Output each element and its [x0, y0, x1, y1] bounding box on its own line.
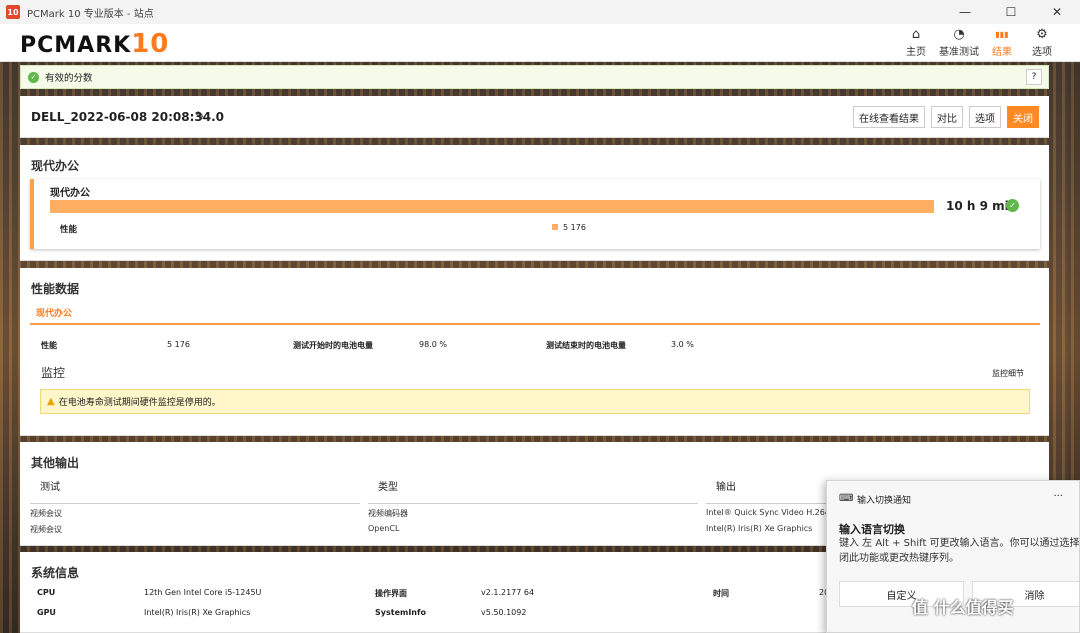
- notification-app-name: 输入切换通知: [857, 496, 912, 506]
- battery-start-value: 98.0 %: [419, 340, 447, 349]
- valid-score-bar: ✓ 有效的分数 ?: [20, 65, 1049, 89]
- battery-end-value: 3.0 %: [671, 340, 694, 349]
- gear-icon: ⚙: [1036, 27, 1048, 42]
- maximize-button[interactable]: ☐: [988, 0, 1034, 24]
- edit-icon[interactable]: ✎: [195, 109, 205, 123]
- monitor-warning: ▲ 在电池寿命测试期间硬件监控是停用的。: [40, 389, 1030, 414]
- office-score-box: 现代办公 10 h 9 min ✓ 性能 5 176: [30, 179, 1040, 249]
- options-button[interactable]: 选项: [969, 106, 1001, 128]
- main-nav: ⌂ 主页 ◔ 基准测试 ▮▮▮ 结果 ⚙ 选项: [896, 26, 1062, 58]
- perf-marker: [552, 224, 558, 230]
- tab-underline: [30, 323, 1040, 325]
- section-title: 系统信息: [31, 566, 80, 580]
- divider: [30, 503, 360, 504]
- app-header: PCMARK10 ⌂ 主页 ◔ 基准测试 ▮▮▮ 结果 ⚙ 选项: [0, 24, 1080, 62]
- section-title: 现代办公: [31, 159, 80, 173]
- table-cell: 视频会议: [30, 509, 62, 518]
- bar-chart-icon: ▮▮▮: [995, 30, 1009, 39]
- home-icon: ⌂: [911, 27, 921, 42]
- performance-data-section: 性能数据 现代办公 性能 5 176 测试开始时的电池电量 98.0 % 测试结…: [20, 268, 1049, 436]
- result-header: DELL_2022-06-08 20:08:34.0 ✎ 在线查看结果 对比 选…: [20, 96, 1049, 138]
- close-result-button[interactable]: 关闭: [1007, 106, 1039, 128]
- sys-value: 12th Gen Intel Core i5-1245U: [144, 588, 262, 597]
- col-header-test: 测试: [40, 482, 60, 493]
- keyboard-icon: ⌨: [839, 493, 854, 504]
- sys-key: 时间: [713, 589, 729, 598]
- office-box-title: 现代办公: [50, 188, 90, 199]
- sys-key: CPU: [37, 588, 56, 597]
- modern-office-section: 现代办公 现代办公 10 h 9 min ✓ 性能 5 176: [20, 145, 1049, 261]
- tab-modern-office[interactable]: 现代办公: [36, 306, 72, 319]
- check-icon: ✓: [1006, 199, 1019, 212]
- battery-start-key: 测试开始时的电池电量: [293, 341, 373, 350]
- notification-body: 键入 左 Alt + Shift 可更改输入语言。你可以通过选择“自定义”关闭此…: [839, 538, 1080, 564]
- sys-key: SystemInfo: [375, 608, 426, 617]
- table-cell: 视频会议: [30, 525, 62, 534]
- score-bar: [50, 200, 934, 213]
- warning-icon: ▲: [47, 396, 55, 407]
- sys-key: GPU: [37, 608, 56, 617]
- help-button[interactable]: ?: [1026, 69, 1042, 85]
- gauge-icon: ◔: [953, 27, 965, 42]
- nav-results[interactable]: ▮▮▮ 结果: [982, 26, 1022, 58]
- divider: [368, 503, 698, 504]
- monitor-details-link[interactable]: 监控细节: [992, 368, 1024, 379]
- window-titlebar: 10 PCMark 10 专业版本 - 站点 — ☐ ✕: [0, 0, 1080, 24]
- watermark-logo: 值 什么值得买: [912, 598, 1014, 617]
- table-cell: OpenCL: [368, 524, 400, 533]
- perf-key: 性能: [41, 341, 57, 350]
- col-header-output: 输出: [716, 482, 736, 493]
- view-online-button[interactable]: 在线查看结果: [853, 106, 925, 128]
- section-title: 其他输出: [31, 456, 80, 470]
- sys-value: v2.1.2177 64: [481, 588, 535, 597]
- close-window-button[interactable]: ✕: [1034, 0, 1080, 24]
- table-cell: Intel(R) Iris(R) Xe Graphics: [706, 524, 813, 533]
- pcmark-logo: PCMARK10: [20, 29, 170, 59]
- compare-button[interactable]: 对比: [931, 106, 963, 128]
- check-icon: ✓: [28, 71, 39, 83]
- perf-value: 5 176: [563, 223, 586, 232]
- sys-value: Intel(R) Iris(R) Xe Graphics: [144, 608, 251, 617]
- minimize-button[interactable]: —: [942, 0, 988, 24]
- monitor-title: 监控: [41, 366, 66, 380]
- valid-score-text: 有效的分数: [45, 73, 93, 84]
- perf-label: 性能: [60, 225, 78, 235]
- sys-key: 操作界面: [375, 589, 407, 598]
- more-options-button[interactable]: ···: [1053, 491, 1063, 502]
- nav-home[interactable]: ⌂ 主页: [896, 26, 936, 58]
- table-cell: Intel® Quick Sync Video H.264 En: [706, 508, 843, 517]
- table-cell: 视频编码器: [368, 509, 408, 518]
- warning-text: 在电池寿命测试期间硬件监控是停用的。: [58, 398, 221, 408]
- sys-value: v5.50.1092: [481, 608, 527, 617]
- col-header-type: 类型: [378, 482, 398, 493]
- nav-options[interactable]: ⚙ 选项: [1022, 26, 1062, 58]
- nav-benchmarks[interactable]: ◔ 基准测试: [936, 26, 982, 58]
- app-icon: 10: [6, 5, 20, 19]
- perf-value: 5 176: [167, 340, 190, 349]
- notification-title: 输入语言切换: [839, 523, 905, 536]
- section-title: 性能数据: [31, 282, 80, 296]
- window-title: PCMark 10 专业版本 - 站点: [27, 8, 154, 20]
- battery-end-key: 测试结束时的电池电量: [546, 341, 626, 350]
